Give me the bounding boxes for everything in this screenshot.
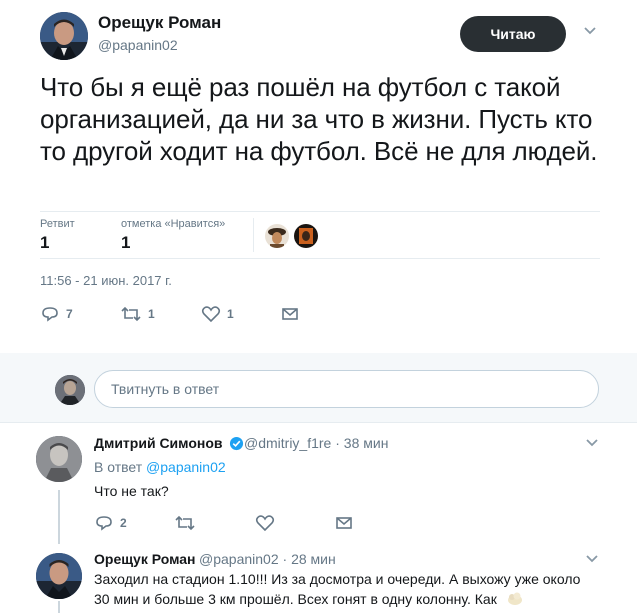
reply-tweet[interactable]: Орещук Роман @papanin02 · 28 мин Заходил… [0,544,637,613]
dm-action[interactable] [335,511,353,535]
in-reply-mention[interactable]: @papanin02 [146,459,226,475]
retweet-action[interactable] [174,511,196,535]
envelope-icon [336,517,352,529]
likes-stat[interactable]: отметка «Нравится» 1 [121,218,225,253]
retweet-icon [175,515,195,531]
following-button[interactable]: Читаю [460,16,566,52]
reply-author-avatar[interactable] [36,553,82,599]
thread-line [58,490,60,544]
heart-icon [201,306,221,323]
likes-label: отметка «Нравится» [121,218,226,230]
reply-time[interactable]: 38 мин [344,435,389,451]
envelope-icon [282,308,298,320]
dm-action[interactable] [281,302,299,326]
verified-badge-icon [229,436,244,451]
reply-tweet[interactable]: Дмитрий Симонов @dmitriy_f1re · 38 мин В… [0,424,637,544]
retweet-action[interactable]: 1 [120,302,155,326]
liker-avatar[interactable] [294,224,318,248]
reply-input[interactable]: Твитнуть в ответ [94,370,599,408]
reply-author-handle[interactable]: @papanin02 [199,551,279,567]
chevron-down-icon[interactable] [585,554,599,564]
chevron-down-icon[interactable] [583,26,597,36]
likes-count: 1 [121,233,131,252]
stats-divider [253,218,254,252]
retweets-count: 1 [40,233,50,252]
reply-count: 7 [66,307,73,321]
thread-line [58,601,60,613]
retweets-stat[interactable]: Ретвит 1 [40,218,75,253]
author-avatar[interactable] [40,12,88,60]
retweet-icon [121,306,141,322]
reply-count: 2 [120,516,127,530]
reply-author-handle[interactable]: @dmitriy_f1re [244,435,331,451]
author-handle[interactable]: @papanin02 [98,37,178,53]
separator-dot: · [335,435,344,451]
tweet-stats: Ретвит 1 отметка «Нравится» 1 [40,211,600,259]
reply-author-name[interactable]: Орещук Роман [94,551,196,567]
reply-text-line: 30 мин и больше 3 км прошёл. Всех гонят … [94,591,497,607]
tweet-timestamp[interactable]: 11:56 - 21 июн. 2017 г. [40,273,172,288]
in-reply-to: В ответ @papanin02 [94,459,226,475]
reply-meta: @papanin02 · 28 мин [199,551,336,567]
reply-author-avatar[interactable] [36,436,82,482]
like-action[interactable] [255,511,275,535]
retweet-count: 1 [148,307,155,321]
reply-composer: Твитнуть в ответ [0,353,637,423]
chevron-down-icon[interactable] [585,438,599,448]
reply-time[interactable]: 28 мин [291,551,336,567]
reply-author-name[interactable]: Дмитрий Симонов [94,435,223,451]
in-reply-prefix: В ответ [94,459,143,475]
like-count: 1 [227,307,234,321]
reply-action[interactable]: 2 [94,511,127,535]
main-tweet: Орещук Роман @papanin02 Читаю Что бы я е… [0,0,637,353]
retweets-label: Ретвит [40,218,75,230]
emoji-icon [508,592,522,605]
reply-icon [96,516,112,531]
reply-text-line: Заходил на стадион 1.10!!! Из за досмотр… [94,571,581,587]
like-action[interactable]: 1 [201,302,234,326]
reply-icon [42,307,58,322]
heart-icon [255,515,275,532]
reply-text: Что не так? [94,483,169,499]
reply-meta: @dmitriy_f1re · 38 мин [244,435,388,451]
separator-dot: · [282,551,292,567]
current-user-avatar[interactable] [55,375,85,405]
tweet-text: Что бы я ещё раз пошёл на футбол с такой… [40,72,598,166]
liker-avatar[interactable] [265,224,289,248]
author-name[interactable]: Орещук Роман [98,13,221,33]
reply-action[interactable]: 7 [40,302,73,326]
